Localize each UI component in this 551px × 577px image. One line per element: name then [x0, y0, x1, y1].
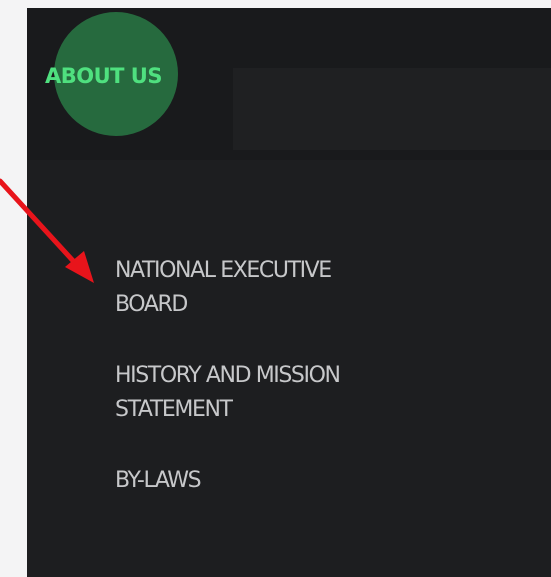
about-submenu: NATIONAL EXECUTIVE BOARD HISTORY AND MIS… — [115, 254, 415, 498]
about-dropdown-panel: ABOUT US NATIONAL EXECUTIVE BOARD HISTOR… — [27, 8, 551, 577]
nav-bar-strip — [233, 68, 551, 150]
submenu-item-by-laws[interactable]: BY-LAWS — [115, 464, 405, 498]
submenu-item-history-and-mission-statement[interactable]: HISTORY AND MISSION STATEMENT — [115, 359, 405, 427]
nav-item-about-us[interactable]: ABOUT US — [45, 64, 162, 88]
submenu-item-national-executive-board[interactable]: NATIONAL EXECUTIVE BOARD — [115, 254, 405, 322]
nav-bar: ABOUT US — [27, 8, 551, 160]
page-frame: ABOUT US NATIONAL EXECUTIVE BOARD HISTOR… — [0, 0, 551, 577]
